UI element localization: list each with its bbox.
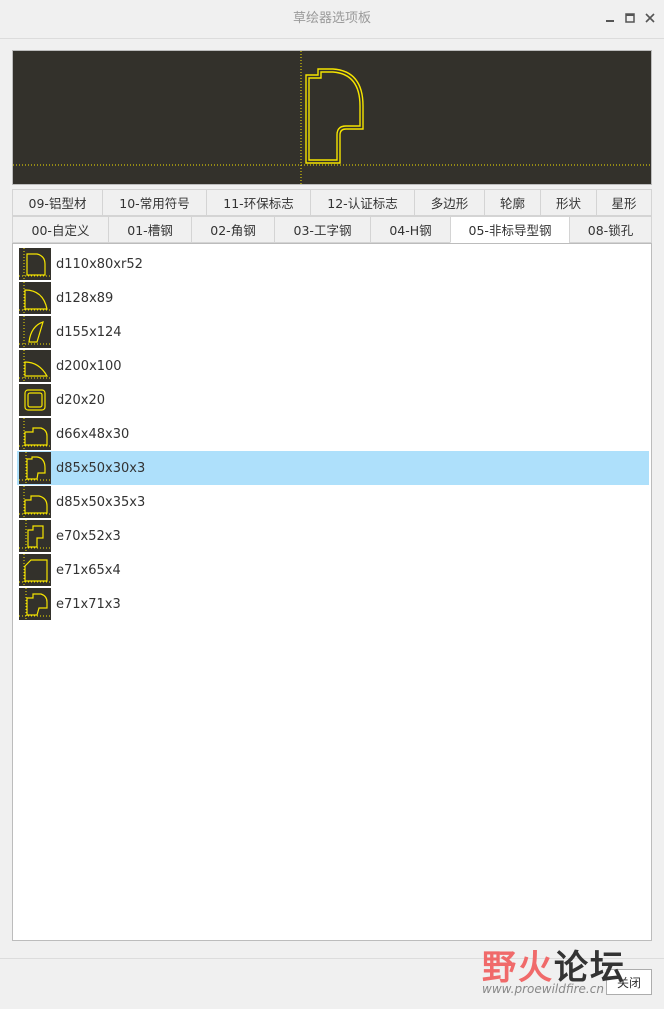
tab-channel-steel[interactable]: 01-槽钢: [108, 216, 191, 243]
minimize-icon[interactable]: [602, 10, 618, 26]
shape-thumbnail: [19, 350, 51, 382]
shape-thumbnail: [19, 248, 51, 280]
shape-thumbnail: [19, 452, 51, 484]
list-item[interactable]: d85x50x35x3: [17, 485, 649, 519]
close-icon[interactable]: [642, 10, 658, 26]
tab-eco-marks[interactable]: 11-环保标志: [206, 189, 310, 216]
list-item[interactable]: d66x48x30: [17, 417, 649, 451]
shape-thumbnail: [19, 554, 51, 586]
shape-thumbnail: [19, 418, 51, 450]
list-item-label: d128x89: [56, 290, 114, 306]
shape-thumbnail: [19, 486, 51, 518]
list-item[interactable]: d20x20: [17, 383, 649, 417]
tab-row-1: 09-铝型材 10-常用符号 11-环保标志 12-认证标志 多边形 轮廓 形状…: [12, 189, 652, 216]
list-item-label: d85x50x30x3: [56, 460, 146, 476]
list-item-label: d85x50x35x3: [56, 494, 146, 510]
list-item-label: d66x48x30: [56, 426, 130, 442]
preview-shape-inner: [308, 71, 361, 161]
shape-thumbnail: [19, 588, 51, 620]
list-item[interactable]: e71x65x4: [17, 553, 649, 587]
list-item-label: d20x20: [56, 392, 106, 408]
shape-thumbnail: [19, 282, 51, 314]
list-item[interactable]: d110x80xr52: [17, 247, 649, 281]
list-item-label: e71x65x4: [56, 562, 121, 578]
tab-star[interactable]: 星形: [596, 189, 652, 216]
list-item-label: d155x124: [56, 324, 122, 340]
tab-keyhole[interactable]: 08-锁孔: [569, 216, 652, 243]
tab-angle-steel[interactable]: 02-角钢: [191, 216, 274, 243]
shape-thumbnail: [19, 316, 51, 348]
tab-aluminum[interactable]: 09-铝型材: [12, 189, 102, 216]
list-item[interactable]: d128x89: [17, 281, 649, 315]
tab-shape[interactable]: 形状: [540, 189, 596, 216]
footer-bar: 关闭: [0, 958, 664, 1009]
list-item-label: e70x52x3: [56, 528, 121, 544]
tab-cert-marks[interactable]: 12-认证标志: [310, 189, 414, 216]
tab-row-2: 00-自定义 01-槽钢 02-角钢 03-工字钢 04-H钢 05-非标导型钢…: [12, 216, 652, 243]
list-item[interactable]: d85x50x30x3: [17, 451, 649, 485]
tab-custom[interactable]: 00-自定义: [12, 216, 108, 243]
maximize-icon[interactable]: [622, 10, 638, 26]
tab-profile[interactable]: 轮廓: [484, 189, 540, 216]
shape-preview: [12, 50, 652, 185]
tab-common-symbols[interactable]: 10-常用符号: [102, 189, 206, 216]
window-controls: [602, 10, 658, 26]
tab-i-beam[interactable]: 03-工字钢: [274, 216, 370, 243]
tab-h-beam[interactable]: 04-H钢: [370, 216, 450, 243]
title-bar: 草绘器选项板: [0, 0, 664, 39]
window-title: 草绘器选项板: [292, 11, 371, 26]
list-item[interactable]: e71x71x3: [17, 587, 649, 621]
list-item-label: e71x71x3: [56, 596, 121, 612]
list-item[interactable]: d200x100: [17, 349, 649, 383]
tab-polygon[interactable]: 多边形: [414, 189, 484, 216]
list-item-label: d110x80xr52: [56, 256, 143, 272]
shape-thumbnail: [19, 384, 51, 416]
list-item[interactable]: d155x124: [17, 315, 649, 349]
close-button[interactable]: 关闭: [606, 969, 652, 995]
list-item[interactable]: e70x52x3: [17, 519, 649, 553]
tab-nonstandard-steel[interactable]: 05-非标导型钢: [450, 216, 569, 243]
shape-list: d110x80xr52 d128x89 d155x124 d200x100 d2…: [12, 243, 652, 941]
list-item-label: d200x100: [56, 358, 122, 374]
shape-thumbnail: [19, 520, 51, 552]
